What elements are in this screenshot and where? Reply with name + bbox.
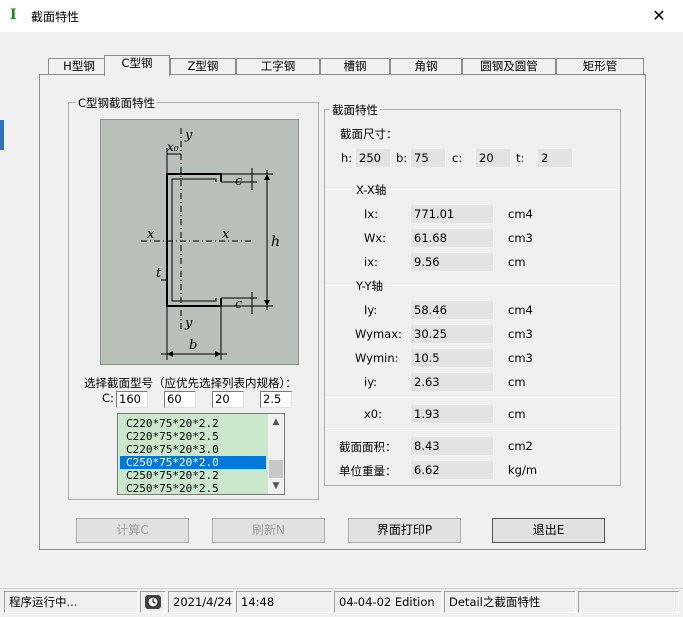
refresh-button[interactable]: 刷新N <box>212 518 325 543</box>
scroll-thumb[interactable] <box>269 460 283 478</box>
properties-group-title: 截面特性 <box>330 102 380 118</box>
c-steel-group-title: C型钢截面特性 <box>76 95 158 111</box>
weight-unit: kg/m <box>508 463 538 477</box>
section-list[interactable]: C220*75*20*2.2 C220*75*20*2.5 C220*75*20… <box>117 413 285 495</box>
wymax-label: Wymax: <box>355 327 402 341</box>
tab-channel[interactable]: 槽钢 <box>320 58 390 75</box>
list-scrollbar[interactable]: ▲ ▼ <box>268 414 284 494</box>
list-item[interactable]: C250*75*20*2.5 <box>120 482 266 495</box>
status-detail: Detail之截面特性 <box>444 591 576 613</box>
tab-i-beam[interactable]: 工字钢 <box>236 58 320 75</box>
exit-button[interactable]: 退出E <box>492 518 605 543</box>
c-input-t[interactable]: 2.5 <box>260 391 292 408</box>
wymin-value: 10.5 <box>411 349 493 367</box>
dim-b-label: b: <box>396 151 408 165</box>
iy-label: Iy: <box>364 303 378 317</box>
divider <box>326 428 620 429</box>
dim-t-value: 2 <box>538 149 572 167</box>
iy-unit: cm4 <box>508 303 533 317</box>
tab-round-tube[interactable]: 圆钢及圆管 <box>462 58 556 75</box>
diagram-label-b: b <box>189 338 198 353</box>
wymin-label: Wymin: <box>355 351 399 365</box>
divider <box>326 397 620 398</box>
diagram-label-h: h <box>271 234 281 250</box>
wx-value: 61.68 <box>411 229 493 247</box>
tab-bar: H型钢 C型钢 Z型钢 工字钢 槽钢 角钢 圆钢及圆管 矩形管 <box>36 55 648 76</box>
wymax-unit: cm3 <box>508 327 533 341</box>
tab-rect-tube[interactable]: 矩形管 <box>556 58 644 75</box>
clock-icon <box>140 591 166 613</box>
window-title: 截面特性 <box>31 10 80 24</box>
wx-unit: cm3 <box>508 231 533 245</box>
c-label: C: <box>102 391 114 405</box>
x0-unit: cm <box>508 407 526 421</box>
app-icon: I <box>10 7 17 23</box>
dim-t-label: t: <box>516 151 525 165</box>
dim-c-value: 20 <box>476 149 510 167</box>
list-item[interactable]: C250*75*20*2.2 <box>120 469 266 482</box>
background-window-edge <box>0 120 4 150</box>
status-time: 14:48 <box>236 591 332 613</box>
wymin-unit: cm3 <box>508 351 533 365</box>
tab-z-steel[interactable]: Z型钢 <box>170 58 236 75</box>
c-input-b[interactable]: 60 <box>164 391 196 408</box>
dim-h-value: 250 <box>356 149 390 167</box>
weight-value: 6.62 <box>411 461 493 479</box>
ry-unit: cm <box>508 375 526 389</box>
diagram-label-x0: x₀ <box>167 140 179 154</box>
rx-unit: cm <box>508 255 526 269</box>
list-item[interactable]: C220*75*20*3.0 <box>120 443 266 456</box>
rx-value: 9.56 <box>411 253 493 271</box>
area-value: 8.43 <box>411 437 493 455</box>
ry-value: 2.63 <box>411 373 493 391</box>
diagram-label-c-bottom: c <box>235 297 243 312</box>
tab-h-steel[interactable]: H型钢 <box>48 58 110 75</box>
list-item[interactable]: C220*75*20*2.5 <box>120 430 266 443</box>
c-input-c[interactable]: 20 <box>212 391 244 408</box>
tab-c-steel[interactable]: C型钢 <box>104 55 170 76</box>
ry-label: iy: <box>364 375 378 389</box>
iy-value: 58.46 <box>411 301 493 319</box>
area-label: 截面面积： <box>339 440 397 454</box>
tab-angle[interactable]: 角钢 <box>390 58 462 75</box>
status-edition: 04-04-02 Edition <box>334 591 442 613</box>
diagram-label-c-top: c <box>235 174 243 189</box>
list-item[interactable]: C220*75*20*2.2 <box>120 417 266 430</box>
x0-label: x0: <box>364 407 382 421</box>
ix-value: 771.01 <box>411 205 493 223</box>
x0-value: 1.93 <box>411 405 493 423</box>
dim-c-label: c: <box>452 151 463 165</box>
title-bar <box>0 0 683 32</box>
diagram-label-x-right: x <box>222 227 230 242</box>
close-button[interactable]: ✕ <box>650 8 668 26</box>
calculate-button[interactable]: 计算C <box>76 518 189 543</box>
ix-label: Ix: <box>364 207 379 221</box>
diagram-label-y-bottom: y <box>185 316 193 331</box>
scroll-up-icon[interactable]: ▲ <box>268 414 284 430</box>
rx-label: ix: <box>364 255 378 269</box>
scroll-down-icon[interactable]: ▼ <box>268 478 284 494</box>
status-state: 程序运行中... <box>4 591 138 613</box>
dim-b-value: 75 <box>411 149 445 167</box>
xx-axis-title: X-X轴 <box>354 182 389 198</box>
area-unit: cm2 <box>508 439 533 453</box>
dim-h-label: h: <box>341 151 353 165</box>
select-section-prompt: 选择截面型号（应优先选择列表内规格）： <box>84 376 297 390</box>
status-empty <box>578 591 679 613</box>
ix-unit: cm4 <box>508 207 533 221</box>
diagram-label-t: t <box>156 266 162 281</box>
diagram-label-x-left: x <box>147 227 155 242</box>
list-item-selected[interactable]: C250*75*20*2.0 <box>120 456 266 469</box>
c-input-h[interactable]: 160 <box>116 391 148 408</box>
weight-label: 单位重量： <box>339 464 397 478</box>
section-diagram: y x₀ c x x h t c y b <box>100 119 299 365</box>
wx-label: Wx: <box>364 231 387 245</box>
wymax-value: 30.25 <box>411 325 493 343</box>
diagram-label-y-top: y <box>185 128 193 143</box>
status-date: 2021/4/24 <box>168 591 234 613</box>
print-button[interactable]: 界面打印P <box>348 518 461 543</box>
dims-title: 截面尺寸： <box>340 127 398 141</box>
yy-axis-title: Y-Y轴 <box>354 278 385 294</box>
